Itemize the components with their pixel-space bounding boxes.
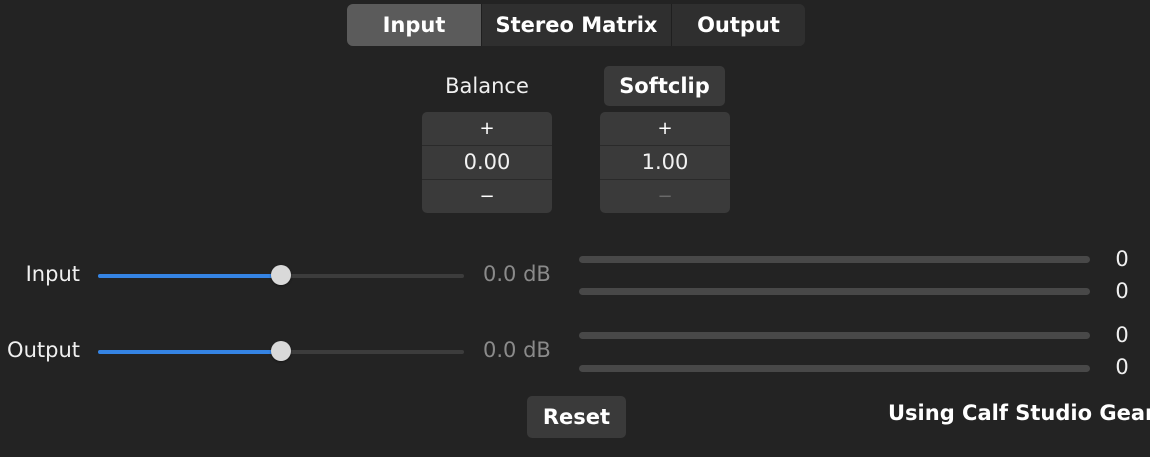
- tab-stereo-matrix[interactable]: Stereo Matrix: [481, 4, 671, 46]
- softclip-toggle-button[interactable]: Softclip: [604, 66, 725, 106]
- plugin-window: Input Stereo Matrix Output Balance + 0.0…: [0, 0, 1150, 457]
- tab-input[interactable]: Input: [347, 4, 481, 46]
- input-meter-left-value: 0: [1115, 247, 1129, 271]
- output-gain-slider[interactable]: [98, 341, 464, 361]
- output-slider-fill: [98, 350, 281, 354]
- input-label: Input: [25, 262, 80, 286]
- footer-credit: Using Calf Studio Gear: [888, 401, 1150, 425]
- input-db-value: 0.0 dB: [483, 262, 551, 286]
- input-meter-left: [579, 256, 1090, 263]
- balance-value[interactable]: 0.00: [422, 145, 552, 180]
- balance-decrement-button[interactable]: −: [422, 180, 552, 213]
- tab-output[interactable]: Output: [671, 4, 805, 46]
- output-meter-right-value: 0: [1115, 355, 1129, 379]
- balance-increment-button[interactable]: +: [422, 112, 552, 145]
- output-meter-right: [579, 365, 1090, 372]
- output-slider-knob[interactable]: [271, 341, 291, 361]
- balance-label: Balance: [445, 74, 529, 98]
- softclip-value[interactable]: 1.00: [600, 145, 730, 180]
- balance-spinbox: + 0.00 −: [422, 112, 552, 213]
- input-gain-slider[interactable]: [98, 265, 464, 285]
- output-db-value: 0.0 dB: [483, 338, 551, 362]
- input-meter-right: [579, 288, 1090, 295]
- input-meter-right-value: 0: [1115, 279, 1129, 303]
- input-slider-fill: [98, 274, 281, 278]
- softclip-decrement-button[interactable]: −: [600, 180, 730, 213]
- tab-bar: Input Stereo Matrix Output: [347, 4, 805, 46]
- output-meter-left-value: 0: [1115, 323, 1129, 347]
- reset-button[interactable]: Reset: [527, 396, 626, 438]
- softclip-spinbox: + 1.00 −: [600, 112, 730, 213]
- input-slider-knob[interactable]: [271, 265, 291, 285]
- softclip-increment-button[interactable]: +: [600, 112, 730, 145]
- output-label: Output: [7, 338, 80, 362]
- output-meter-left: [579, 332, 1090, 339]
